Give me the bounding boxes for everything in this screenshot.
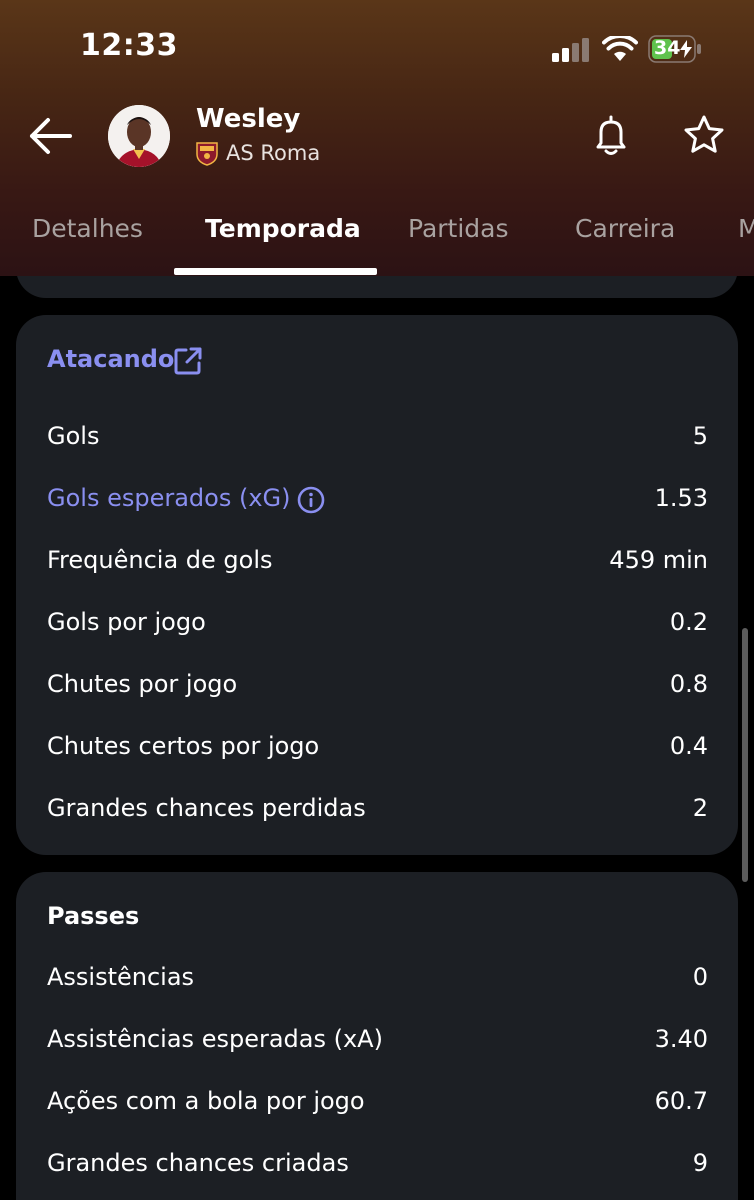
tab-more[interactable]: M xyxy=(738,214,754,243)
passes-title: Passes xyxy=(47,902,140,930)
stat-value: 0 xyxy=(692,963,708,991)
wifi-icon xyxy=(602,36,638,61)
stat-label: Grandes chances perdidas xyxy=(47,794,366,822)
stat-value: 0.8 xyxy=(669,670,708,698)
scrollbar[interactable] xyxy=(742,628,748,882)
stat-value: 0.4 xyxy=(669,732,708,760)
stat-label: Assistências xyxy=(47,963,195,991)
info-icon[interactable] xyxy=(297,486,325,514)
charging-bolt-icon xyxy=(680,40,692,58)
previous-stats-card xyxy=(16,276,738,298)
stat-row-big-chances-created: Grandes chances criadas 9 xyxy=(47,1149,708,1189)
stat-row-goals: Gols 5 xyxy=(47,422,708,462)
tab-bar: Detalhes Temporada Partidas Carreira M xyxy=(0,200,754,276)
club-crest-icon xyxy=(196,142,218,166)
attacking-card: Atacando Gols 5 Gols esperados (xG) 1.53… xyxy=(16,315,738,855)
stat-label: Ações com a bola por jogo xyxy=(47,1087,365,1115)
club-name[interactable]: AS Roma xyxy=(226,141,320,165)
external-link-icon[interactable] xyxy=(173,346,203,376)
battery-indicator: 34 xyxy=(648,35,702,63)
cellular-signal-icon xyxy=(552,38,589,62)
stat-row-expected-assists: Assistências esperadas (xA) 3.40 xyxy=(47,1025,708,1065)
stat-value: 3.40 xyxy=(654,1025,708,1053)
stat-label: Frequência de gols xyxy=(47,546,273,574)
stat-label: Assistências esperadas (xA) xyxy=(47,1025,383,1053)
status-time: 12:33 xyxy=(80,28,178,63)
stat-value: 2 xyxy=(692,794,708,822)
stat-label: Chutes por jogo xyxy=(47,670,238,698)
stat-row-expected-goals[interactable]: Gols esperados (xG) 1.53 xyxy=(47,484,708,524)
player-avatar xyxy=(108,105,170,167)
stat-value: 0.2 xyxy=(669,608,708,636)
stat-value: 459 min xyxy=(609,546,708,574)
tab-carreira[interactable]: Carreira xyxy=(575,214,675,243)
tab-temporada[interactable]: Temporada xyxy=(205,214,361,243)
stat-row-touches-per-game: Ações com a bola por jogo 60.7 xyxy=(47,1087,708,1127)
stat-label: Gols por jogo xyxy=(47,608,206,636)
passes-card: Passes Assistências 0 Assistências esper… xyxy=(16,872,738,1200)
attacking-title[interactable]: Atacando xyxy=(47,345,174,373)
back-arrow-icon[interactable] xyxy=(26,114,74,158)
stat-label: Gols xyxy=(47,422,100,450)
player-header: 12:33 34 Wesley AS Roma Detalhes Tempora… xyxy=(0,0,754,276)
stat-value: 60.7 xyxy=(654,1087,708,1115)
stat-value: 9 xyxy=(692,1149,708,1177)
battery-level: 34 xyxy=(654,37,681,59)
tab-detalhes[interactable]: Detalhes xyxy=(32,214,143,243)
active-tab-indicator xyxy=(174,268,377,275)
stat-row-goal-frequency: Frequência de gols 459 min xyxy=(47,546,708,586)
tab-partidas[interactable]: Partidas xyxy=(408,214,509,243)
player-name: Wesley xyxy=(196,104,301,134)
stat-row-shots-on-target: Chutes certos por jogo 0.4 xyxy=(47,732,708,772)
stat-label: Chutes certos por jogo xyxy=(47,732,320,760)
bell-icon[interactable] xyxy=(591,113,631,157)
stat-value: 5 xyxy=(692,422,708,450)
star-icon[interactable] xyxy=(682,113,726,157)
stat-row-big-chances-missed: Grandes chances perdidas 2 xyxy=(47,794,708,834)
season-stats-content[interactable]: Atacando Gols 5 Gols esperados (xG) 1.53… xyxy=(0,276,754,1200)
stat-row-shots-per-game: Chutes por jogo 0.8 xyxy=(47,670,708,710)
stat-label[interactable]: Gols esperados (xG) xyxy=(47,484,291,512)
stat-row-goals-per-game: Gols por jogo 0.2 xyxy=(47,608,708,648)
stat-row-assists: Assistências 0 xyxy=(47,963,708,1003)
stat-label: Grandes chances criadas xyxy=(47,1149,349,1177)
status-bar: 12:33 34 xyxy=(0,0,754,100)
stat-value: 1.53 xyxy=(654,484,708,512)
